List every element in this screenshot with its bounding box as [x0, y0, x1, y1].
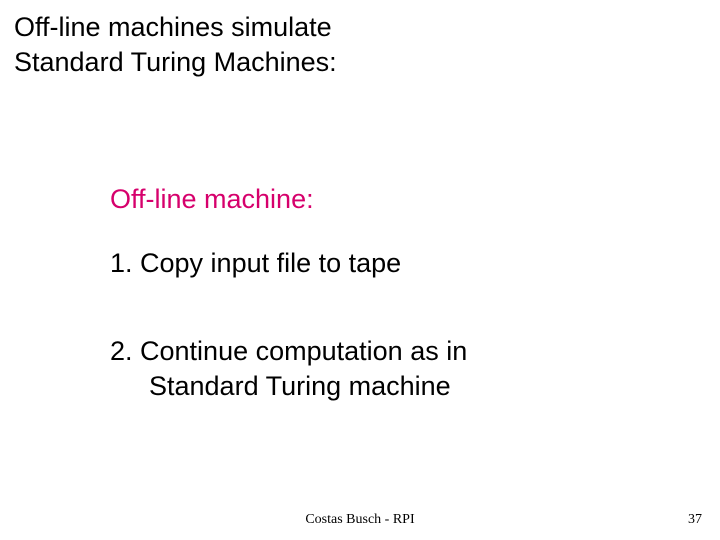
- title-line-2: Standard Turing Machines:: [14, 47, 337, 77]
- step-1: 1. Copy input file to tape: [110, 248, 401, 279]
- step-2-line-1: 2. Continue computation as in: [110, 336, 467, 366]
- step-2: 2. Continue computation as in Standard T…: [110, 334, 467, 404]
- subheading: Off-line machine:: [110, 184, 314, 215]
- title-line-1: Off-line machines simulate: [14, 12, 332, 42]
- page-number: 37: [688, 512, 702, 528]
- footer-author: Costas Busch - RPI: [0, 512, 720, 528]
- slide-title: Off-line machines simulate Standard Turi…: [14, 10, 337, 80]
- step-2-line-2: Standard Turing machine: [149, 371, 451, 401]
